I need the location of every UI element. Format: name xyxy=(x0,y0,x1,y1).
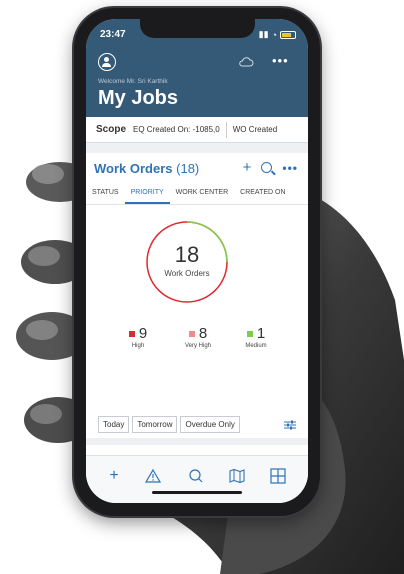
filter-tomorrow[interactable]: Tomorrow xyxy=(132,416,178,433)
legend-value: 8 xyxy=(198,325,208,342)
donut-total-label: Work Orders xyxy=(164,269,210,278)
phone-notch xyxy=(140,19,255,38)
grouping-tabs: STATUS PRIORITY WORK CENTER CREATED ON xyxy=(86,183,308,205)
scope-bar: Scope EQ Created On: -1085,0 WO Created xyxy=(86,117,308,143)
home-indicator xyxy=(152,491,242,494)
grid-icon[interactable] xyxy=(269,468,287,484)
search-icon[interactable] xyxy=(261,162,273,173)
tab-created-on[interactable]: CREATED ON xyxy=(234,183,291,204)
work-orders-count: (18) xyxy=(176,161,200,176)
work-orders-title[interactable]: Work Orders (18) xyxy=(94,161,199,176)
scope-label: Scope xyxy=(96,124,127,135)
page-title: My Jobs xyxy=(98,87,179,109)
tab-status[interactable]: STATUS xyxy=(86,183,125,204)
filter-today[interactable]: Today xyxy=(98,416,130,433)
legend-label: High xyxy=(131,343,145,349)
add-icon[interactable]: + xyxy=(243,159,252,176)
work-orders-card: Work Orders (18) + ••• STATUS PRIORITY W… xyxy=(86,153,308,438)
battery-icon xyxy=(280,30,296,39)
scope-item[interactable]: EQ Created On: -1085,0 xyxy=(133,125,220,134)
status-time: 23:47 xyxy=(100,29,126,40)
sliders-icon[interactable] xyxy=(284,420,296,430)
scope-item[interactable]: WO Created xyxy=(233,125,277,134)
filter-overdue-only[interactable]: Overdue Only xyxy=(180,416,240,433)
legend-medium[interactable]: 1 Medium xyxy=(226,325,286,349)
cloud-icon[interactable] xyxy=(238,55,254,69)
wifi-icon: ◔ xyxy=(271,29,277,40)
legend-value: 1 xyxy=(256,325,266,342)
legend-value: 9 xyxy=(138,325,148,342)
tab-priority[interactable]: PRIORITY xyxy=(124,183,170,204)
work-orders-title-text: Work Orders xyxy=(94,161,173,176)
user-icon[interactable] xyxy=(98,53,116,71)
warning-icon[interactable] xyxy=(144,468,162,484)
legend-very-high[interactable]: 8 Very High xyxy=(168,325,228,349)
tab-work-center[interactable]: WORK CENTER xyxy=(170,183,235,204)
more-icon[interactable]: ••• xyxy=(282,161,298,175)
more-icon[interactable]: ••• xyxy=(272,53,289,68)
legend-label: Very High xyxy=(184,343,211,349)
date-filters: Today Tomorrow Overdue Only xyxy=(98,416,240,433)
welcome-text: Welcome Mr. Sri Karthik xyxy=(98,78,168,85)
legend-label: Medium xyxy=(245,343,267,349)
bottom-tab-bar: + xyxy=(86,455,308,503)
signal-icon: ▮▮ xyxy=(258,29,269,39)
legend-high[interactable]: 9 High xyxy=(108,325,168,349)
medium-color-swatch xyxy=(246,330,253,337)
add-icon[interactable]: + xyxy=(105,468,123,484)
status-icons: ▮▮ ◔ xyxy=(259,29,296,40)
high-color-swatch xyxy=(128,330,135,337)
search-icon[interactable] xyxy=(187,468,205,484)
very-high-color-swatch xyxy=(188,330,195,337)
app-screen: 23:47 ▮▮ ◔ ••• Welcome Mr. Sri Karthik M… xyxy=(86,19,308,503)
card-actions: + ••• xyxy=(243,159,298,176)
scope-divider xyxy=(225,121,227,138)
donut-total: 18 xyxy=(174,242,200,267)
map-icon[interactable] xyxy=(228,468,246,484)
